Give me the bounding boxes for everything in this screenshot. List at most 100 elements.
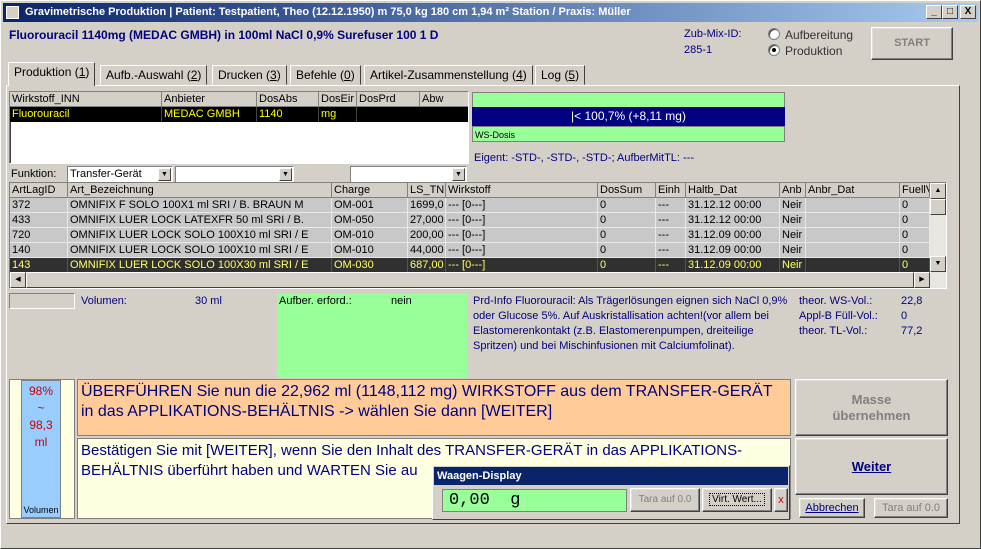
table-cell-wirkstoff: --- [0---]	[446, 258, 598, 272]
radio-aufbereitung[interactable]	[768, 28, 780, 40]
title-bar[interactable]: Gravimetrische Produktion | Patient: Tes…	[3, 3, 978, 22]
waagen-value: 0,00 g	[442, 489, 627, 512]
table-cell-artlagid: 433	[10, 213, 68, 227]
table-cell-dossum: 0	[598, 243, 656, 257]
wirkstoff-table[interactable]: Wirkstoff_INN Anbieter DosAbs DosEir Dos…	[9, 91, 469, 164]
table-cell-anb: Neir	[780, 228, 806, 242]
table-cell-fuellv: 0	[900, 213, 930, 227]
volume-range: 98% ~ 98,3 ml	[28, 384, 54, 449]
col-header-dosabs[interactable]: DosAbs	[257, 92, 319, 107]
scroll-thumb[interactable]	[930, 199, 946, 215]
col-header-haltb-dat[interactable]: Haltb_Dat	[686, 183, 780, 198]
table-cell-dossum: 0	[598, 228, 656, 242]
instruction-text: ÜBERFÜHREN Sie nun die 22,962 ml (1148,1…	[81, 383, 773, 420]
waagen-tara-button[interactable]: Tara auf 0.0	[630, 488, 700, 512]
weiter-button[interactable]: Weiter	[795, 438, 948, 495]
table-cell-ls-tn: 1699,0	[408, 198, 446, 212]
table-cell-haltb-dat: 31.12.09 00:00	[686, 258, 780, 272]
table-cell-art-bezeichnung: OMNIFIX LUER LOCK SOLO 100X10 ml SRI / E	[68, 243, 332, 257]
window-title: Gravimetrische Produktion | Patient: Tes…	[25, 6, 631, 18]
dose-bar: |< 100,7% (+8,11 mg)	[472, 107, 785, 126]
dose-bar-top	[472, 92, 785, 108]
scroll-right-button[interactable]: ▶	[914, 272, 930, 288]
minimize-button[interactable]: _	[926, 5, 942, 19]
volumen-label: Volumen:	[81, 295, 127, 307]
tab-befehle[interactable]: Befehle (0)	[290, 65, 361, 85]
aufber-box: Aufber. erford.: nein	[277, 293, 467, 378]
horizontal-scrollbar[interactable]: ◀ ▶	[10, 272, 946, 288]
tab-drucken[interactable]: Drucken (3)	[212, 65, 287, 85]
funktion-select[interactable]: Transfer-Gerät ▼	[67, 166, 173, 183]
vertical-scrollbar[interactable]: ▲ ▼	[930, 183, 946, 272]
virt-wert-button[interactable]: Virt. Wert...	[702, 488, 772, 512]
col-header-abw[interactable]: Abw	[420, 92, 468, 107]
waagen-title-bar[interactable]: Waagen-Display	[434, 467, 788, 485]
col-header-doseir[interactable]: DosEir	[319, 92, 357, 107]
waagen-display-window[interactable]: Waagen-Display 0,00 g Tara auf 0.0 Virt.…	[432, 465, 790, 520]
aufber-value: nein	[391, 295, 412, 307]
col-header-einh[interactable]: Einh	[656, 183, 686, 198]
abbrechen-button[interactable]: Abbrechen	[799, 498, 865, 518]
col-header-anbr-dat[interactable]: Anbr_Dat	[806, 183, 900, 198]
table-cell-dossum: 0	[598, 213, 656, 227]
tara-bottom-button[interactable]: Tara auf 0.0	[874, 498, 948, 518]
radio-produktion[interactable]	[768, 44, 780, 56]
table-cell-wirkstoff: --- [0---]	[446, 198, 598, 212]
table-row[interactable]: Fluorouracil MEDAC GMBH 1140 mg	[10, 107, 468, 122]
volume-gauge: 98% ~ 98,3 ml Volumen	[21, 380, 61, 518]
table-cell-art-bezeichnung: OMNIFIX LUER LOCK SOLO 100X30 ml SRI / E	[68, 258, 332, 272]
info-left-box	[9, 293, 75, 309]
col-header-anb[interactable]: Anb	[780, 183, 806, 198]
tab-log[interactable]: Log (5)	[535, 65, 586, 85]
aufber-label: Aufber. erford.:	[279, 295, 352, 307]
col-header-ls-tn[interactable]: LS_TN	[408, 183, 446, 198]
product-title: Fluorouracil 1140mg (MEDAC GMBH) in 100m…	[9, 28, 439, 42]
table-row[interactable]: 143 OMNIFIX LUER LOCK SOLO 100X30 ml SRI …	[10, 258, 930, 273]
table-row[interactable]: 433 OMNIFIX LUER LOCK LATEXFR 50 ml SRI /…	[10, 213, 930, 228]
funktion-select-2[interactable]: ▼	[175, 166, 294, 183]
col-header-wirkstoff[interactable]: Wirkstoff_INN	[10, 92, 162, 107]
main-window: Gravimetrische Produktion | Patient: Tes…	[0, 0, 981, 549]
scroll-left-button[interactable]: ◀	[10, 272, 26, 288]
chevron-down-icon[interactable]: ▼	[279, 168, 292, 181]
col-header-dosprd[interactable]: DosPrd	[357, 92, 420, 107]
table-cell-fuellv: 0	[900, 258, 930, 272]
col-header-dossum[interactable]: DosSum	[598, 183, 656, 198]
applb-value: 0	[901, 310, 908, 322]
scroll-down-button[interactable]: ▼	[930, 256, 946, 272]
col-header-wirkstoff[interactable]: Wirkstoff	[446, 183, 598, 198]
radio-produktion-label[interactable]: Produktion	[785, 44, 842, 58]
table-cell-einh: ---	[656, 258, 686, 272]
table-cell-artlagid: 720	[10, 228, 68, 242]
col-header-artlagid[interactable]: ArtLagID	[10, 183, 68, 198]
applb-label: Appl-B Füll-Vol.:	[799, 310, 878, 322]
waagen-close-button[interactable]: x	[774, 488, 788, 512]
h-scroll-thumb[interactable]	[26, 272, 914, 288]
col-header-art-bezeichnung[interactable]: Art_Bezeichnung	[68, 183, 332, 198]
table-row[interactable]: 720 OMNIFIX LUER LOCK SOLO 100X10 ml SRI …	[10, 228, 930, 243]
articles-table[interactable]: ArtLagID Art_Bezeichnung Charge LS_TN Wirkst…	[9, 182, 947, 289]
maximize-button[interactable]: □	[942, 5, 958, 19]
table-cell-einh: ---	[656, 198, 686, 212]
volumen-value: 30 ml	[195, 295, 222, 307]
table-row[interactable]: 372 OMNIFIX F SOLO 100X1 ml SRI / B. BRAU…	[10, 198, 930, 213]
scroll-up-button[interactable]: ▲	[930, 183, 946, 199]
chevron-down-icon[interactable]: ▼	[158, 168, 171, 181]
masse-uebernehmen-button[interactable]: Masse übernehmen	[795, 379, 948, 436]
start-button[interactable]: START	[871, 27, 953, 60]
radio-aufbereitung-label[interactable]: Aufbereitung	[785, 28, 853, 42]
chevron-down-icon[interactable]: ▼	[452, 168, 465, 181]
dose-bar-caption: WS-Dosis	[475, 130, 515, 140]
table-cell-art-bezeichnung: OMNIFIX LUER LOCK SOLO 100X10 ml SRI / E	[68, 228, 332, 242]
col-header-anbieter[interactable]: Anbieter	[162, 92, 257, 107]
table-row[interactable]: 140 OMNIFIX LUER LOCK SOLO 100X10 ml SRI …	[10, 243, 930, 258]
col-header-charge[interactable]: Charge	[332, 183, 408, 198]
tab-aufb-auswahl[interactable]: Aufb.-Auswahl (2)	[100, 65, 208, 85]
table-cell-art-bezeichnung: OMNIFIX LUER LOCK LATEXFR 50 ml SRI / B.	[68, 213, 332, 227]
tab-produktion[interactable]: Produktion (1)	[8, 62, 96, 86]
funktion-select-3[interactable]: ▼	[350, 166, 467, 183]
close-window-button[interactable]: X	[960, 5, 976, 19]
table-cell-anbr-dat	[806, 228, 900, 242]
tab-artikel-zusammenstellung[interactable]: Artikel-Zusammenstellung (4)	[364, 65, 533, 85]
col-header-fuellv[interactable]: FuellV	[900, 183, 930, 198]
